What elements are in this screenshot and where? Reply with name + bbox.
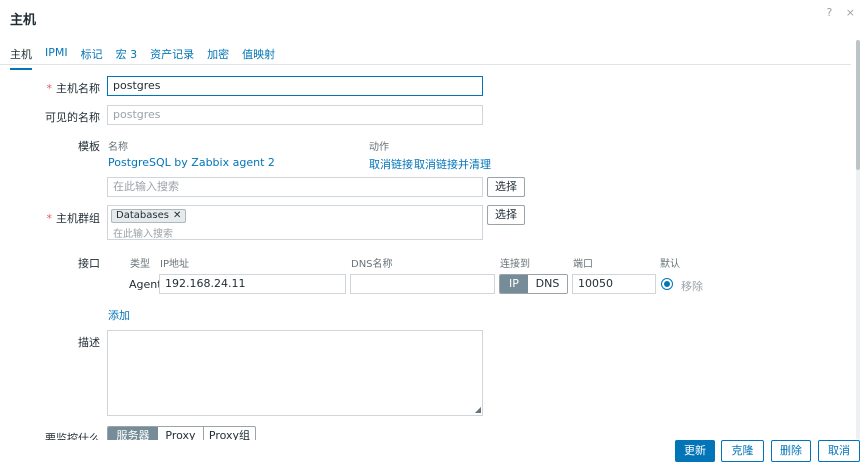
resize-handle-icon[interactable]: ◢ [475,405,481,414]
visible-name-label: 可见的名称 [45,111,100,124]
interfaces-label: 接口 [78,257,100,270]
templates-search-input[interactable]: 在此输入搜索 [107,177,483,197]
tab-inventory[interactable]: 资产记录 [150,44,194,70]
unlink-clear-link[interactable]: 取消链接并清理 [414,156,491,172]
interface-connect-header: 连接到 [500,259,530,270]
interface-ip-header: IP地址 [160,259,189,270]
host-name-label: * 主机名称 [46,82,101,95]
interface-port-header: 端口 [573,259,593,270]
description-textarea[interactable]: ◢ [107,330,483,416]
template-link[interactable]: PostgreSQL by Zabbix agent 2 [108,156,275,169]
interface-add-link[interactable]: 添加 [108,307,130,323]
scrollbar-thumb[interactable] [856,40,860,170]
interface-port-input[interactable]: 10050 [572,274,656,294]
unlink-link[interactable]: 取消链接 [369,156,413,172]
tab-tags[interactable]: 标记 [81,44,103,70]
templates-name-header: 名称 [108,142,128,153]
interface-connect-toggle: IP DNS [499,274,568,294]
monitored-by-proxy[interactable]: Proxy [158,427,203,440]
interface-type: Agent [129,278,162,291]
interface-dns-header: DNS名称 [351,259,393,270]
interface-default-header: 默认 [660,259,680,270]
cancel-button[interactable]: 取消 [818,440,860,462]
connect-dns-button[interactable]: DNS [528,275,567,293]
tabs-divider [0,64,851,65]
host-groups-label: * 主机群组 [46,212,101,225]
monitored-by-label: 要监控什么 [45,432,100,440]
tab-value-mapping[interactable]: 值映射 [242,44,275,70]
monitored-by-server[interactable]: 服务器 [108,427,158,440]
tab-ipmi[interactable]: IPMI [45,44,68,70]
tab-bar: 主机 IPMI 标记 宏 3 资产记录 加密 值映射 [10,44,288,70]
host-groups-multiselect[interactable]: Databases ✕ 在此输入搜索 [107,205,483,240]
visible-name-input[interactable]: postgres [107,105,483,125]
host-name-input[interactable]: postgres [107,76,483,96]
interface-default-radio[interactable] [661,278,673,290]
tab-host[interactable]: 主机 [10,44,32,70]
monitored-by-proxy-group[interactable]: Proxy组 [203,427,255,440]
interface-ip-input[interactable]: 192.168.24.11 [159,274,346,294]
connect-ip-button[interactable]: IP [500,275,528,293]
dialog-title: 主机 [10,13,37,28]
host-group-chip-label: Databases [116,210,169,221]
dialog-controls: ? × [816,6,855,19]
templates-label: 模板 [78,140,100,153]
delete-button[interactable]: 删除 [771,440,811,462]
remove-chip-icon[interactable]: ✕ [173,210,181,222]
host-groups-select-button[interactable]: 选择 [487,205,525,225]
update-button[interactable]: 更新 [675,440,715,462]
host-group-chip: Databases ✕ [111,209,187,223]
templates-select-button[interactable]: 选择 [487,177,525,197]
templates-action-header: 动作 [369,142,389,153]
interface-type-header: 类型 [130,259,150,270]
interface-dns-input[interactable] [350,274,495,294]
scrollbar[interactable] [853,40,863,440]
tab-macros[interactable]: 宏 3 [116,44,138,70]
close-icon[interactable]: × [846,6,855,19]
monitored-by-toggle: 服务器 Proxy Proxy组 [107,426,256,440]
host-groups-search-placeholder[interactable]: 在此输入搜索 [113,225,173,240]
description-label: 描述 [78,336,100,349]
interface-remove-link[interactable]: 移除 [681,278,703,294]
tab-encryption[interactable]: 加密 [207,44,229,70]
help-icon[interactable]: ? [826,6,832,19]
clone-button[interactable]: 克隆 [721,440,764,462]
